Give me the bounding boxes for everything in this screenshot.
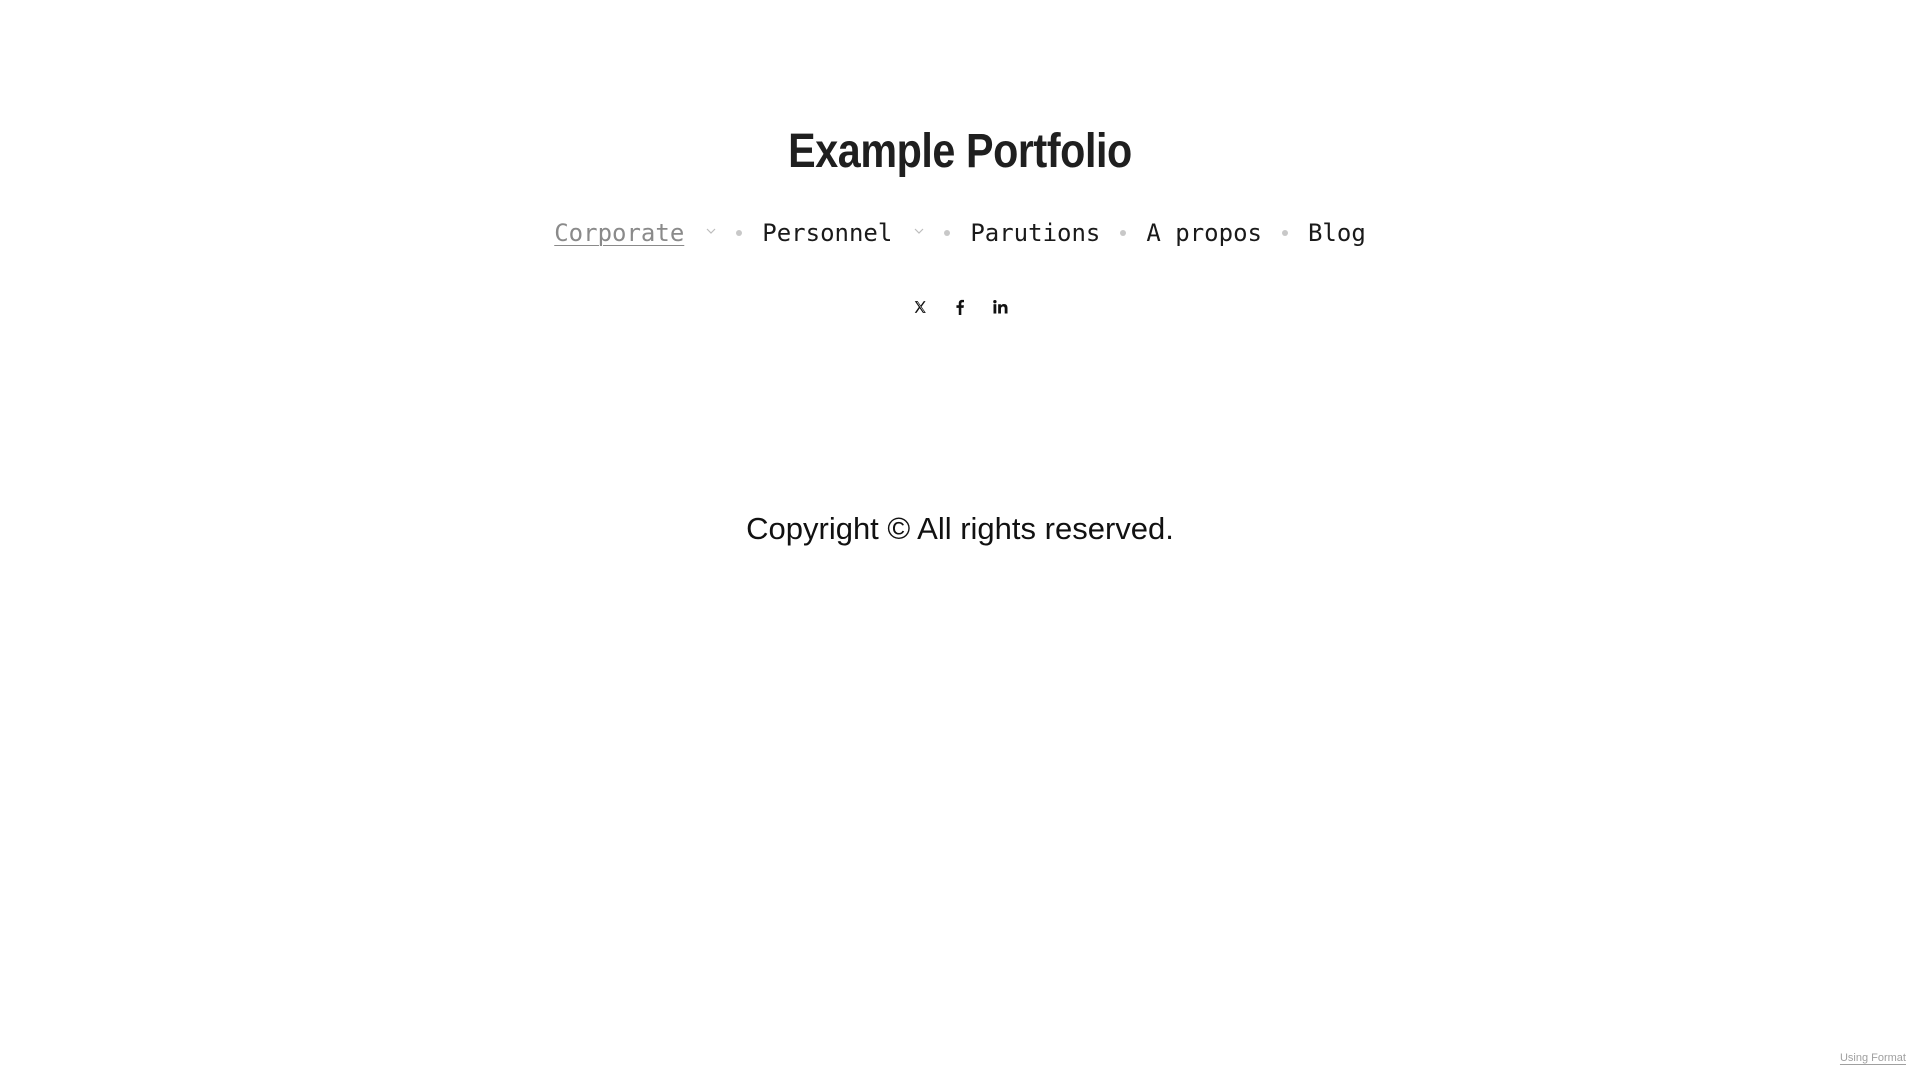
main-navigation: Corporate Personnel Parutions A propos B… (0, 214, 1920, 252)
site-title[interactable]: Example Portfolio (134, 122, 1785, 182)
nav-separator (1281, 230, 1288, 236)
nav-item-label: Personnel (762, 219, 893, 247)
chevron-down-icon[interactable] (914, 226, 924, 236)
copyright-text: Copyright © All rights reserved. (746, 511, 1174, 546)
nav-separator (944, 230, 951, 236)
nav-item-parutions[interactable]: Parutions (970, 214, 1100, 252)
facebook-icon[interactable] (951, 296, 969, 318)
nav-separator (736, 230, 743, 236)
x-twitter-icon[interactable] (911, 296, 929, 318)
nav-item-a-propos[interactable]: A propos (1146, 214, 1262, 252)
nav-item-label: Parutions (970, 219, 1101, 247)
social-links (0, 296, 1920, 318)
linkedin-icon[interactable] (991, 296, 1009, 318)
nav-item-personnel[interactable]: Personnel (762, 214, 924, 252)
nav-item-label: A propos (1146, 219, 1262, 247)
nav-item-blog[interactable]: Blog (1308, 214, 1366, 252)
chevron-down-icon[interactable] (706, 226, 716, 236)
nav-item-label: Blog (1307, 219, 1366, 247)
nav-item-corporate[interactable]: Corporate (554, 214, 716, 252)
nav-item-label: Corporate (554, 219, 685, 247)
using-format-link[interactable]: Using Format (1840, 1052, 1906, 1064)
nav-separator (1120, 230, 1127, 236)
